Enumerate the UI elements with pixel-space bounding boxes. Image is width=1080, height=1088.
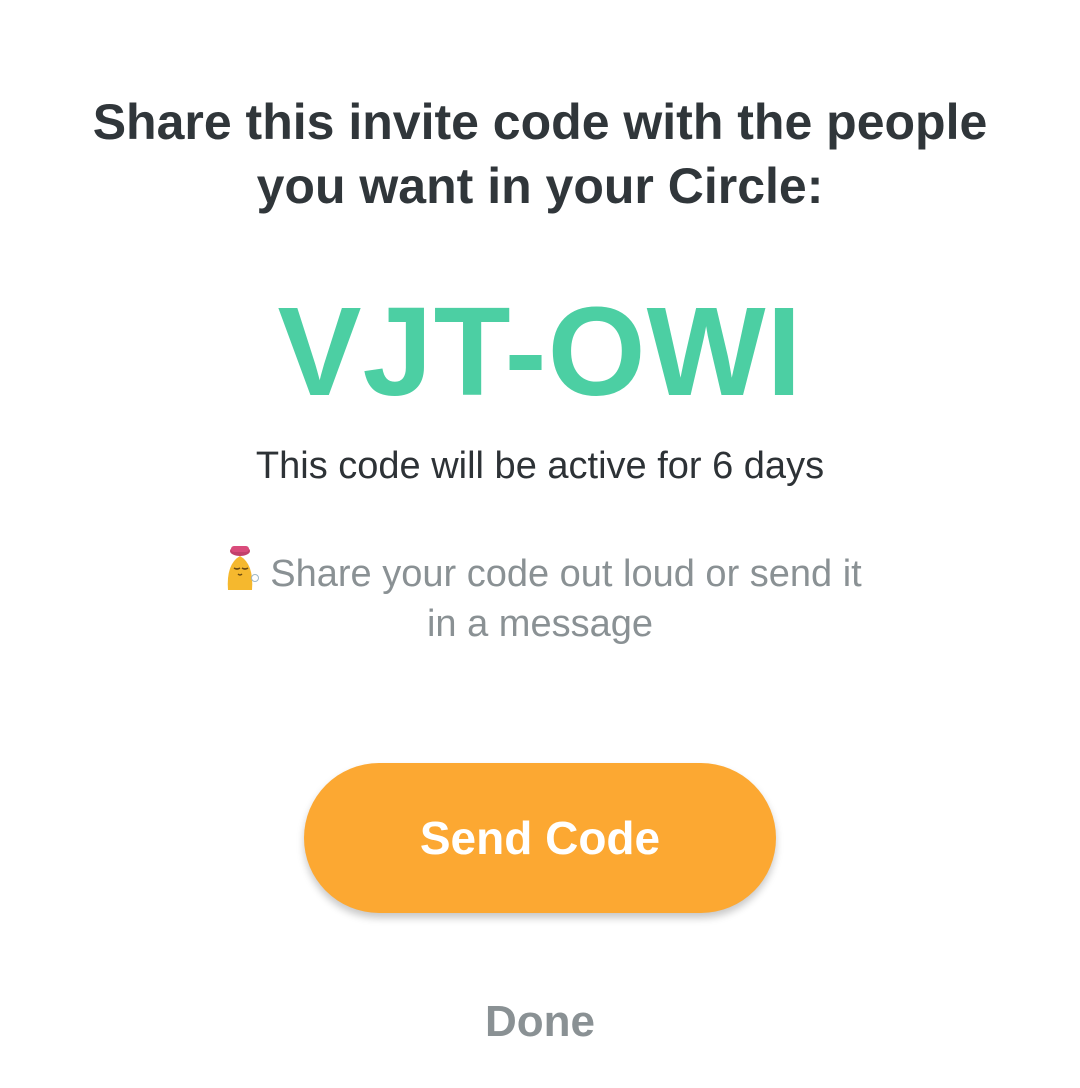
invite-heading: Share this invite code with the people y… — [92, 94, 988, 214]
send-code-button[interactable]: Send Code — [304, 763, 776, 913]
code-expiry-text: This code will be active for 6 days — [255, 445, 825, 487]
mascot-icon — [218, 542, 262, 594]
share-hint-text: Share your code out loud or send it in a… — [270, 553, 862, 645]
share-hint: Share your code out loud or send it in a… — [200, 542, 880, 649]
done-button[interactable]: Done — [440, 994, 640, 1050]
invite-code: VJT-OWI — [277, 281, 803, 422]
